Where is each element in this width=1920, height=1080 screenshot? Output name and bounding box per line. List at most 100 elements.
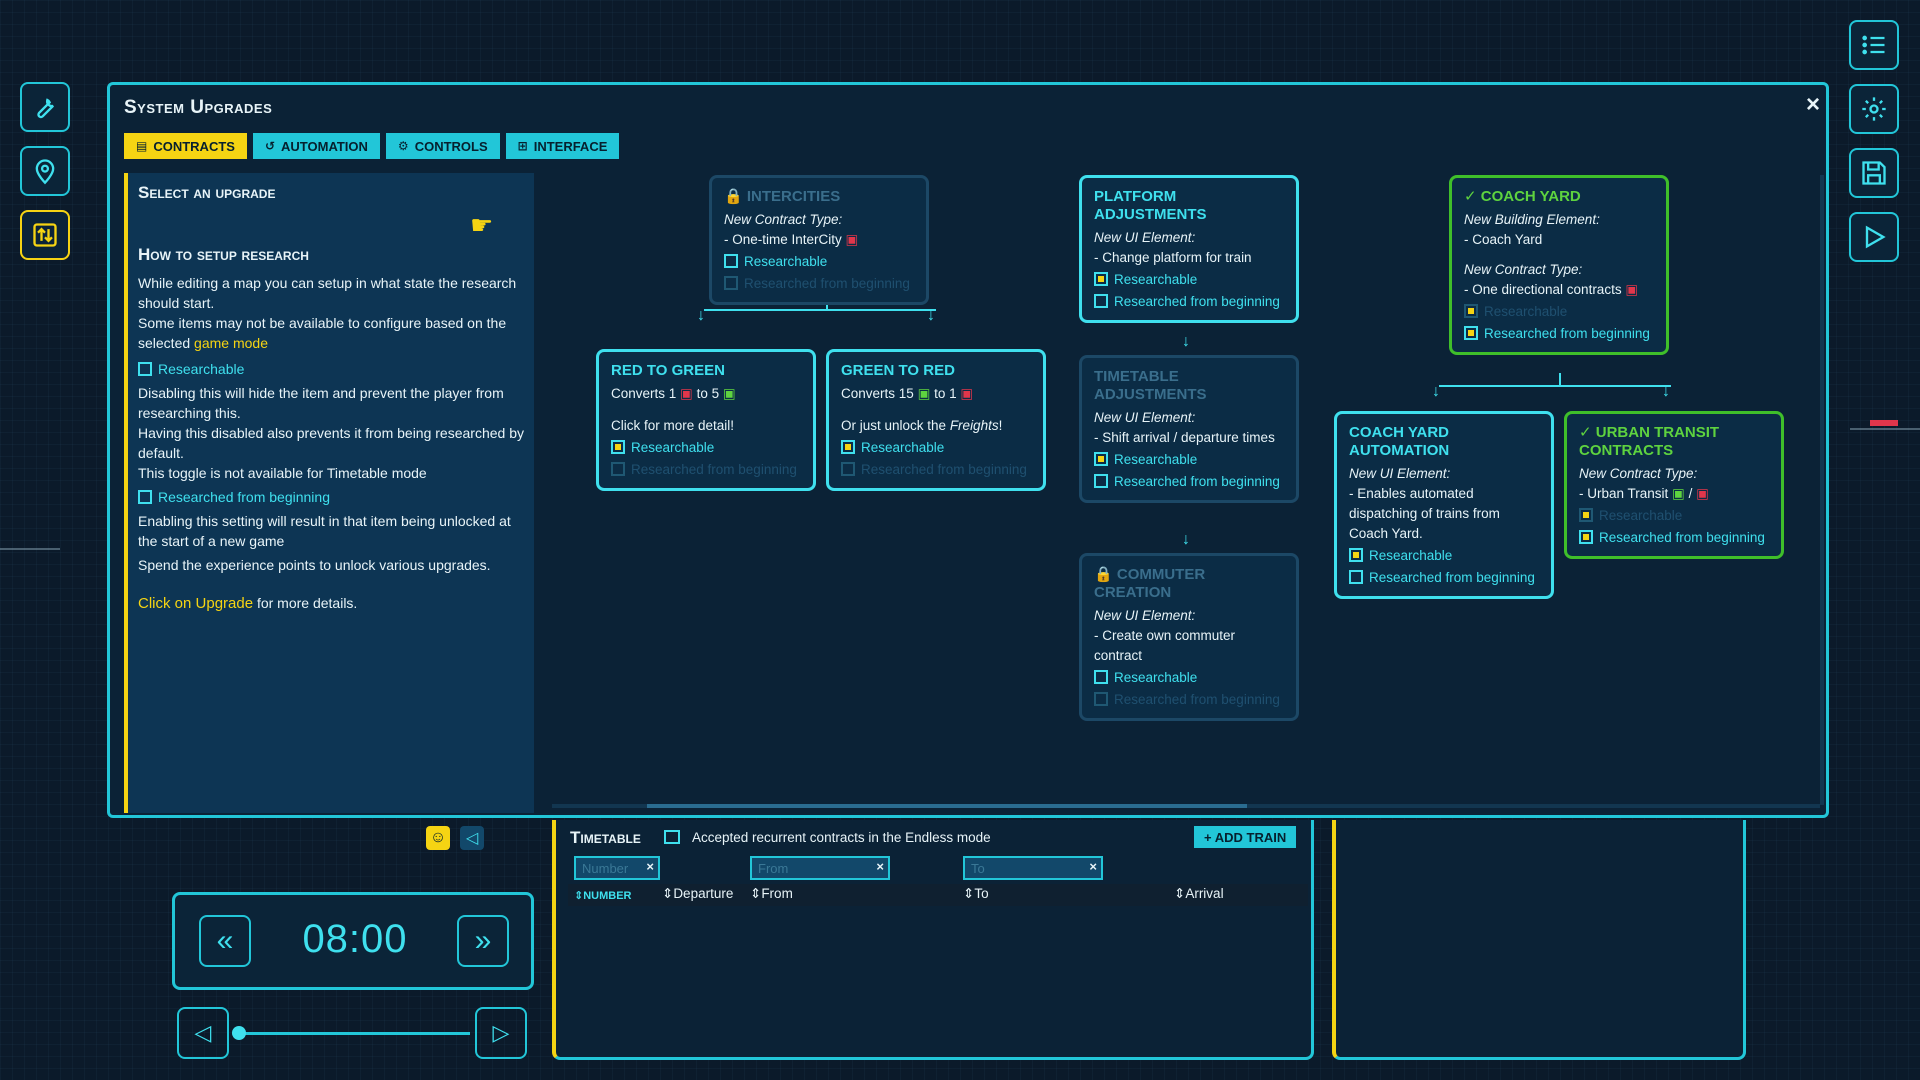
close-icon[interactable]: × xyxy=(1806,91,1820,119)
tab-interface[interactable]: ⊞ Interface xyxy=(505,133,620,159)
upgrade-card-commuter-creation[interactable]: 🔒 Commuter Creation New UI Element: - Cr… xyxy=(1079,553,1299,721)
researchable-checkbox[interactable]: Researchable xyxy=(1349,546,1541,566)
researched-checkbox[interactable]: Researched from beginning xyxy=(1464,324,1656,344)
column-arrival[interactable]: ⇕Arrival xyxy=(1174,886,1224,902)
upgrade-card-platform-adjustments[interactable]: Platform Adjustments New UI Element: - Ch… xyxy=(1079,175,1299,323)
wrench-button[interactable] xyxy=(20,82,70,132)
arrow-down-icon: ↓ xyxy=(1182,333,1190,350)
modal-title: System Upgrades xyxy=(124,97,273,118)
column-from[interactable]: ⇕From xyxy=(750,886,793,902)
tab-automation[interactable]: ↺ Automation xyxy=(252,133,380,159)
researched-checkbox[interactable]: Researched from beginning xyxy=(841,460,1033,480)
upgrade-card-timetable-adjustments[interactable]: Timetable Adjustments New UI Element: - S… xyxy=(1079,355,1299,503)
clear-icon[interactable]: × xyxy=(876,859,884,874)
upgrades-button[interactable] xyxy=(20,210,70,260)
to-filter-input[interactable]: To × xyxy=(963,856,1103,880)
palette-icon[interactable]: ☺ xyxy=(426,826,450,850)
location-button[interactable] xyxy=(20,146,70,196)
column-departure[interactable]: ⇕Departure xyxy=(662,886,733,902)
researchable-checkbox[interactable]: Researchable xyxy=(1094,668,1286,688)
researched-checkbox[interactable]: Researched from beginning xyxy=(1094,292,1286,312)
tab-controls[interactable]: ⚙ Controls xyxy=(385,133,500,159)
fast-forward-button[interactable]: » xyxy=(457,915,509,967)
researched-checkbox[interactable]: Researched from beginning xyxy=(1579,528,1771,548)
researchable-checkbox[interactable]: Researchable xyxy=(611,438,803,458)
red-train-icon: ▣ xyxy=(1625,282,1639,297)
upgrade-card-coach-yard[interactable]: ✓ Coach Yard New Building Element: - Coa… xyxy=(1449,175,1669,355)
speed-slider-knob[interactable] xyxy=(232,1026,246,1040)
researched-checkbox[interactable]: Researched from beginning xyxy=(1094,690,1286,710)
rewind-button[interactable]: « xyxy=(199,915,251,967)
info-text: Spend the experience points to unlock va… xyxy=(138,557,491,573)
info-text: for more details. xyxy=(253,595,358,611)
station-marker xyxy=(1870,420,1898,426)
save-icon xyxy=(1862,161,1886,185)
select-heading: Select an upgrade xyxy=(138,183,276,202)
step-back-button[interactable]: ◁ xyxy=(177,1007,229,1059)
time-panel: « 08:00 » xyxy=(172,892,534,990)
upgrade-card-urban-transit[interactable]: ✓ Urban Transit Contracts New Contract Ty… xyxy=(1564,411,1784,559)
green-train-icon: ▣ xyxy=(917,386,931,401)
info-text: Enabling this setting will result in tha… xyxy=(138,513,511,549)
step-forward-button[interactable]: ▷ xyxy=(475,1007,527,1059)
info-text: This toggle is not available for Timetab… xyxy=(138,465,427,481)
settings-button[interactable] xyxy=(1849,84,1899,134)
play-button[interactable] xyxy=(1849,212,1899,262)
research-heading: How to setup research xyxy=(138,245,309,264)
red-train-icon: ▣ xyxy=(960,386,974,401)
upgrade-card-green-to-red[interactable]: Green to Red Converts 15 ▣ to 1 ▣ Or jus… xyxy=(826,349,1046,491)
researched-checkbox[interactable]: Researched from beginning xyxy=(1349,568,1541,588)
clear-icon[interactable]: × xyxy=(1089,859,1097,874)
info-text: Disabling this will hide the item and pr… xyxy=(138,385,504,421)
researched-legend: Researched from beginning xyxy=(138,487,524,507)
document-icon: ▤ xyxy=(136,139,148,153)
red-train-icon: ▣ xyxy=(1696,486,1709,501)
save-button[interactable] xyxy=(1849,148,1899,198)
tab-contracts[interactable]: ▤ Contracts xyxy=(124,133,247,159)
speed-slider-track[interactable] xyxy=(240,1032,470,1035)
researchable-checkbox[interactable]: Researchable xyxy=(1464,302,1656,322)
researched-checkbox[interactable]: Researched from beginning xyxy=(611,460,803,480)
gears-icon: ⚙ xyxy=(397,139,409,153)
researchable-checkbox[interactable]: Researchable xyxy=(1579,506,1771,526)
arrow-down-icon: ↓ xyxy=(1662,383,1670,400)
upgrades-icon xyxy=(33,223,57,247)
upgrade-hint: Click on Upgrade xyxy=(138,595,254,612)
clear-icon[interactable]: × xyxy=(646,859,654,874)
speaker-muted-icon[interactable]: ◁ xyxy=(460,826,484,850)
timetable-panel: Timetable Accepted recurrent contracts i… xyxy=(552,820,1314,1060)
upgrade-tree: ↓ ↓ ↓ ↓ ↓ ↓ 🔒 Intercities New Contract T… xyxy=(546,173,1812,813)
red-train-icon: ▣ xyxy=(845,232,859,247)
vertical-scrollbar[interactable] xyxy=(1820,175,1824,805)
wrench-icon xyxy=(37,98,54,119)
list-icon xyxy=(1862,35,1885,55)
info-text: While editing a map you can setup in wha… xyxy=(138,275,517,311)
upgrade-card-intercities[interactable]: 🔒 Intercities New Contract Type: - One-t… xyxy=(709,175,929,305)
list-button[interactable] xyxy=(1849,20,1899,70)
checkbox-icon xyxy=(138,362,152,376)
column-to[interactable]: ⇕To xyxy=(963,886,989,902)
researchable-checkbox[interactable]: Researchable xyxy=(1094,450,1286,470)
upgrade-card-red-to-green[interactable]: Red to Green Converts 1 ▣ to 5 ▣ Click f… xyxy=(596,349,816,491)
researched-checkbox[interactable]: Researched from beginning xyxy=(1094,472,1286,492)
arrow-down-icon: ↓ xyxy=(1432,383,1440,400)
researchable-checkbox[interactable]: Researchable xyxy=(1094,270,1286,290)
researchable-checkbox[interactable]: Researchable xyxy=(841,438,1033,458)
upgrade-card-coach-yard-automation[interactable]: Coach Yard Automation New UI Element: - E… xyxy=(1334,411,1554,599)
timetable-title: Timetable xyxy=(570,828,641,847)
add-train-button[interactable]: + ADD TRAIN xyxy=(1194,826,1297,848)
lock-icon: 🔒 xyxy=(1094,566,1113,583)
timetable-description: Accepted recurrent contracts in the Endl… xyxy=(692,830,991,845)
from-filter-input[interactable]: From × xyxy=(750,856,890,880)
number-filter-input[interactable]: Number × xyxy=(574,856,660,880)
researchable-checkbox[interactable]: Researchable xyxy=(724,252,916,272)
game-mode-link[interactable]: game mode xyxy=(194,335,268,351)
horizontal-scrollbar[interactable] xyxy=(552,804,1820,808)
check-icon: ✓ xyxy=(1464,188,1477,205)
double-chevron-left-icon: « xyxy=(216,924,234,957)
calendar-icon xyxy=(664,830,680,844)
column-number[interactable]: ⇕NUMBER xyxy=(574,889,632,902)
system-upgrades-modal: System Upgrades × ▤ Contracts ↺ Automation… xyxy=(107,82,1829,818)
play-icon xyxy=(1865,225,1886,249)
researched-checkbox[interactable]: Researched from beginning xyxy=(724,274,916,294)
